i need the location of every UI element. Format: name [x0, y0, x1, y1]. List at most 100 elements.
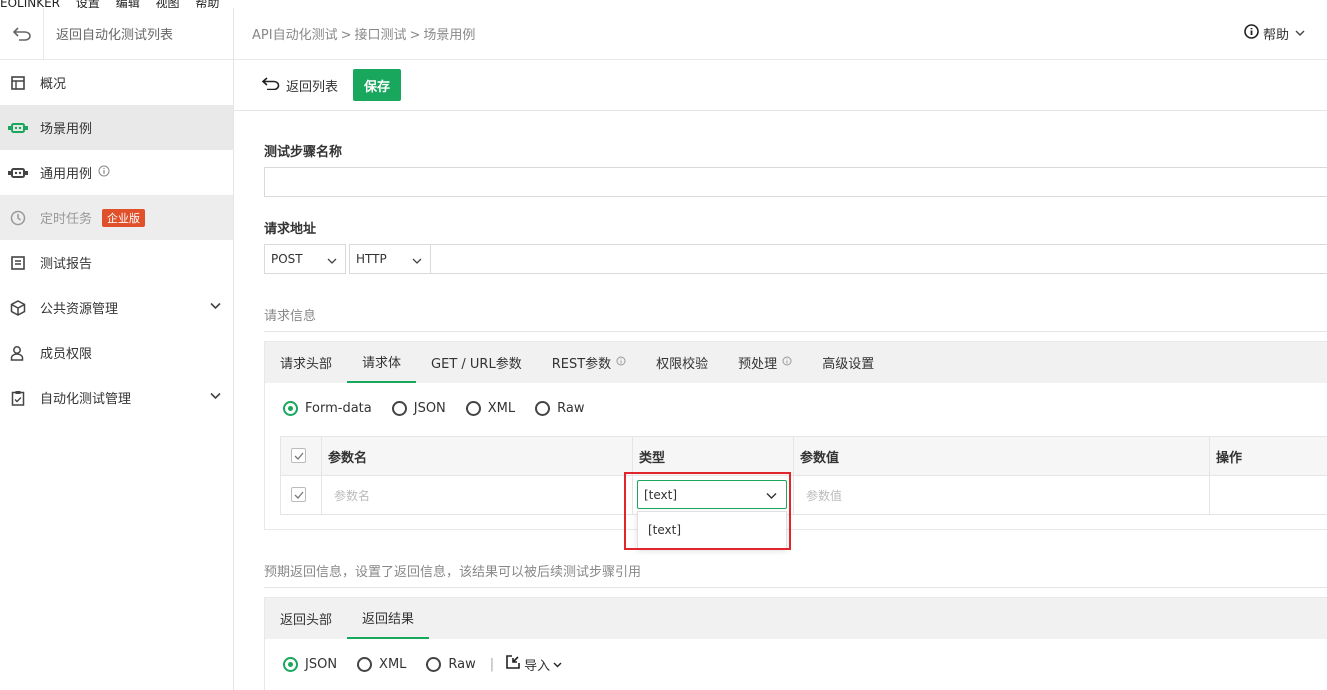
tab-response-result[interactable]: 返回结果	[347, 598, 430, 639]
help-menu[interactable]: 帮助	[1244, 24, 1305, 43]
sidebar-item-member-permissions[interactable]: 成员权限	[0, 330, 233, 375]
breadcrumb-separator: >	[340, 28, 352, 43]
chevron-down-icon	[327, 254, 337, 268]
app-menubar: EOLINKER 设置 编辑 视图 帮助	[0, 0, 1327, 10]
radio-json[interactable]: JSON	[283, 656, 338, 672]
tab-url-params[interactable]: GET / URL参数	[416, 342, 537, 383]
step-name-label: 测试步骤名称	[264, 145, 343, 160]
sidebar-item-label: 概况	[40, 77, 67, 92]
back-to-list-label[interactable]: 返回自动化测试列表	[44, 24, 173, 43]
toolbar: 返回列表 保存	[234, 60, 1327, 111]
sidebar-item-label: 场景用例	[40, 122, 93, 137]
info-icon	[1244, 24, 1259, 43]
import-button[interactable]: 导入	[506, 655, 562, 674]
col-param-value: 参数值	[793, 436, 1210, 476]
request-url-label: 请求地址	[264, 222, 317, 237]
param-name-input[interactable]: 参数名	[322, 489, 370, 503]
param-value-input[interactable]: 参数值	[794, 489, 842, 503]
sidebar-item-label: 自动化测试管理	[40, 392, 132, 407]
select-all-cell	[280, 436, 322, 476]
url-input[interactable]	[430, 244, 1327, 274]
protocol-select[interactable]: HTTP	[349, 244, 431, 274]
request-info-label: 请求信息	[264, 309, 317, 324]
step-name-input[interactable]	[264, 167, 1327, 197]
protocol-value: HTTP	[356, 252, 387, 266]
tab-label: 高级设置	[822, 357, 875, 372]
clipboard-icon	[8, 388, 28, 408]
table-header-row: 参数名 类型 参数值 操作	[280, 436, 1327, 476]
radio-raw[interactable]: Raw	[426, 656, 476, 672]
user-icon	[8, 343, 28, 363]
radio-dot	[391, 400, 407, 416]
request-tabs: 请求头部 请求体 GET / URL参数 REST参数 权限校验 预处理 高级设…	[265, 342, 1327, 383]
tab-rest-params[interactable]: REST参数	[537, 342, 641, 383]
radio-form-data[interactable]: Form-data	[283, 400, 372, 416]
type-select[interactable]: [text]	[637, 480, 787, 509]
tab-label: 请求头部	[280, 357, 333, 372]
breadcrumb-item[interactable]: API自动化测试	[252, 28, 338, 43]
sidebar-item-common-cases[interactable]: 通用用例	[0, 150, 233, 195]
cube-icon	[8, 298, 28, 318]
sidebar-item-automation-management[interactable]: 自动化测试管理	[0, 375, 233, 420]
radio-label: JSON	[305, 656, 338, 672]
tab-label: 预处理	[738, 357, 778, 372]
chevron-down-icon[interactable]	[210, 389, 221, 404]
radio-raw[interactable]: Raw	[535, 400, 585, 416]
tab-response-headers[interactable]: 返回头部	[265, 598, 347, 639]
response-tabs: 返回头部 返回结果	[265, 598, 1327, 639]
response-info-label: 预期返回信息，设置了返回信息，该结果可以被后续测试步骤引用	[264, 565, 642, 580]
param-name-cell[interactable]: 参数名	[321, 475, 633, 515]
select-all-checkbox[interactable]	[291, 448, 306, 464]
tab-label: 权限校验	[656, 357, 709, 372]
report-icon	[8, 253, 28, 273]
body-type-radios: Form-data JSON XML Raw	[265, 383, 1327, 433]
col-param-name: 参数名	[321, 436, 633, 476]
breadcrumb-separator: >	[409, 28, 421, 43]
info-icon[interactable]	[98, 165, 110, 181]
sidebar-item-overview[interactable]: 概况	[0, 60, 233, 105]
chevron-down-icon[interactable]	[210, 299, 221, 314]
back-to-list-button[interactable]: 返回列表	[261, 76, 338, 95]
dropdown-option-text[interactable]: [text]	[648, 523, 681, 537]
chevron-down-icon	[553, 657, 562, 672]
sidebar-item-label: 公共资源管理	[40, 302, 119, 317]
breadcrumb-item: 场景用例	[423, 28, 476, 43]
sidebar-item-label: 定时任务	[40, 212, 93, 227]
dashboard-icon	[8, 73, 28, 93]
response-format-radios: JSON XML Raw | 导入	[265, 639, 1327, 689]
tab-auth[interactable]: 权限校验	[641, 342, 723, 383]
sidebar-back-row[interactable]: 返回自动化测试列表	[0, 7, 233, 60]
divider	[264, 587, 1327, 588]
param-value-cell[interactable]: 参数值	[793, 475, 1210, 515]
breadcrumb-item[interactable]: 接口测试	[354, 28, 406, 43]
back-arrow-icon[interactable]	[0, 7, 44, 60]
sidebar-item-scheduled-tasks[interactable]: 定时任务 企业版	[0, 195, 233, 240]
import-icon	[506, 655, 520, 673]
radio-dot	[465, 400, 481, 416]
sidebar-item-test-reports[interactable]: 测试报告	[0, 240, 233, 285]
tab-label: 返回头部	[280, 613, 333, 628]
radio-xml[interactable]: XML	[357, 656, 407, 672]
type-dropdown-menu: [text]	[637, 511, 787, 549]
tab-preprocess[interactable]: 预处理	[723, 342, 807, 383]
radio-xml[interactable]: XML	[465, 400, 516, 416]
radio-label: JSON	[413, 400, 446, 416]
radio-label: XML	[487, 400, 516, 416]
method-select[interactable]: POST	[264, 244, 346, 274]
radio-json[interactable]: JSON	[391, 400, 446, 416]
sidebar-item-label: 通用用例	[40, 167, 93, 182]
chevron-down-icon	[1295, 26, 1305, 41]
tab-request-body[interactable]: 请求体	[347, 342, 417, 383]
row-checkbox[interactable]	[291, 487, 306, 503]
radio-dot	[426, 656, 442, 672]
radio-label: XML	[379, 656, 407, 672]
tab-advanced[interactable]: 高级设置	[807, 342, 889, 383]
undo-arrow-icon	[261, 76, 280, 94]
robot-icon	[8, 118, 28, 138]
save-button[interactable]: 保存	[353, 69, 402, 101]
tab-request-headers[interactable]: 请求头部	[265, 342, 347, 383]
radio-label: Form-data	[305, 400, 372, 416]
sidebar-item-scenario-cases[interactable]: 场景用例	[0, 105, 233, 150]
sidebar-item-public-resources[interactable]: 公共资源管理	[0, 285, 233, 330]
tab-label: GET / URL参数	[431, 357, 522, 372]
